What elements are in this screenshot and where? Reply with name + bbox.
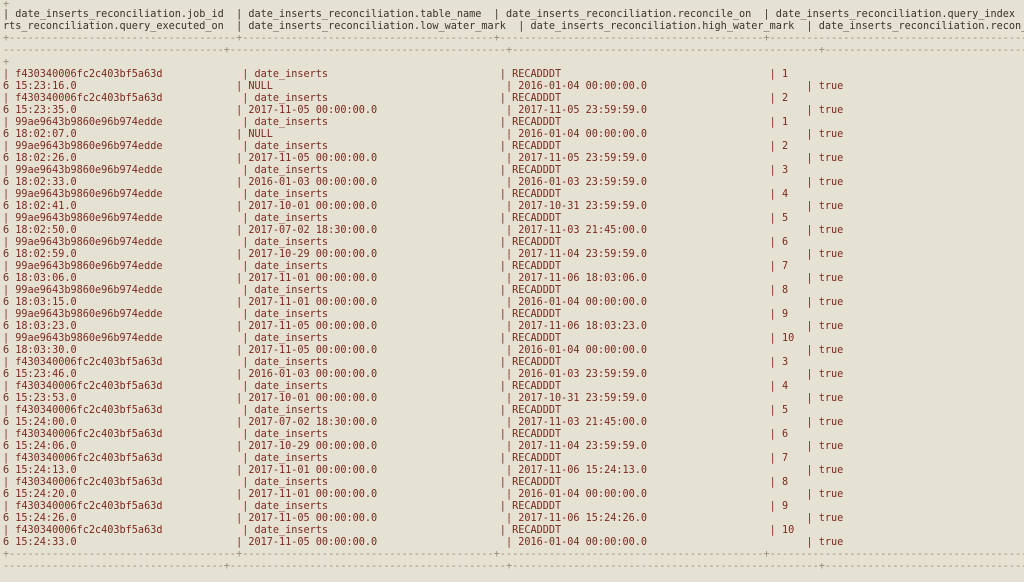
- footer-separator-2: ------------------------------------+---…: [3, 561, 1024, 572]
- header-line-1: | date_inserts_reconciliation.job_id | d…: [3, 9, 1024, 20]
- table-row: | 99ae9643b9860e96b974edde | date_insert…: [3, 333, 1024, 344]
- table-row-continuation: 6 15:24:26.0 | 2017-11-05 00:00:00.0 | 2…: [3, 513, 1024, 524]
- table-row: | 99ae9643b9860e96b974edde | date_insert…: [3, 285, 1024, 296]
- table-row: | 99ae9643b9860e96b974edde | date_insert…: [3, 309, 1024, 320]
- table-row-continuation: 6 18:02:26.0 | 2017-11-05 00:00:00.0 | 2…: [3, 153, 1024, 164]
- table-row-continuation: 6 15:23:46.0 | 2016-01-03 00:00:00.0 | 2…: [3, 369, 1024, 380]
- table-row: | 99ae9643b9860e96b974edde | date_insert…: [3, 213, 1024, 224]
- header-separator-1: +-------------------------------------+-…: [3, 33, 1024, 44]
- table-row-continuation: 6 15:23:16.0 | NULL | 2016-01-04 00:00:0…: [3, 81, 1024, 92]
- table-row: | f430340006fc2c403bf5a63d | date_insert…: [3, 405, 1024, 416]
- table-row: | f430340006fc2c403bf5a63d | date_insert…: [3, 501, 1024, 512]
- table-row-continuation: 6 18:03:30.0 | 2017-11-05 00:00:00.0 | 2…: [3, 345, 1024, 356]
- header-separator-wrap: +: [3, 57, 10, 68]
- table-row: | f430340006fc2c403bf5a63d | date_insert…: [3, 477, 1024, 488]
- footer-separator-1: +-------------------------------------+-…: [3, 549, 1024, 560]
- table-row: | f430340006fc2c403bf5a63d | date_insert…: [3, 381, 1024, 392]
- table-row: | f430340006fc2c403bf5a63d | date_insert…: [3, 93, 1024, 104]
- table-row: | f430340006fc2c403bf5a63d | date_insert…: [3, 525, 1024, 536]
- table-row-continuation: 6 15:24:13.0 | 2017-11-01 00:00:00.0 | 2…: [3, 465, 1024, 476]
- table-row: | 99ae9643b9860e96b974edde | date_insert…: [3, 261, 1024, 272]
- table-row-continuation: 6 18:03:23.0 | 2017-11-05 00:00:00.0 | 2…: [3, 321, 1024, 332]
- table-row: | 99ae9643b9860e96b974edde | date_insert…: [3, 141, 1024, 152]
- table-row: | f430340006fc2c403bf5a63d | date_insert…: [3, 453, 1024, 464]
- table-row-continuation: 6 15:24:20.0 | 2017-11-01 00:00:00.0 | 2…: [3, 489, 1024, 500]
- table-row-continuation: 6 15:24:00.0 | 2017-07-02 18:30:00.0 | 2…: [3, 417, 1024, 428]
- table-row-continuation: 6 15:24:06.0 | 2017-10-29 00:00:00.0 | 2…: [3, 441, 1024, 452]
- table-row: | f430340006fc2c403bf5a63d | date_insert…: [3, 429, 1024, 440]
- table-row: | f430340006fc2c403bf5a63d | date_insert…: [3, 357, 1024, 368]
- table-row-continuation: 6 15:24:33.0 | 2017-11-05 00:00:00.0 | 2…: [3, 537, 1024, 548]
- table-row: | 99ae9643b9860e96b974edde | date_insert…: [3, 237, 1024, 248]
- terminal-window[interactable]: + | date_inserts_reconciliation.job_id |…: [0, 0, 1024, 582]
- table-row-continuation: 6 18:02:50.0 | 2017-07-02 18:30:00.0 | 2…: [3, 225, 1024, 236]
- table-row: | 99ae9643b9860e96b974edde | date_insert…: [3, 117, 1024, 128]
- table-row-continuation: 6 18:03:15.0 | 2017-11-01 00:00:00.0 | 2…: [3, 297, 1024, 308]
- header-line-2: rts_reconciliation.query_executed_on | d…: [3, 21, 1024, 32]
- table-row-continuation: 6 18:03:06.0 | 2017-11-01 00:00:00.0 | 2…: [3, 273, 1024, 284]
- table-row: | 99ae9643b9860e96b974edde | date_insert…: [3, 165, 1024, 176]
- header-separator-2: ------------------------------------+---…: [3, 45, 1024, 56]
- table-row: | 99ae9643b9860e96b974edde | date_insert…: [3, 189, 1024, 200]
- table-row-continuation: 6 18:02:33.0 | 2016-01-03 00:00:00.0 | 2…: [3, 177, 1024, 188]
- table-row-continuation: 6 15:23:35.0 | 2017-11-05 00:00:00.0 | 2…: [3, 105, 1024, 116]
- table-row-continuation: 6 18:02:59.0 | 2017-10-29 00:00:00.0 | 2…: [3, 249, 1024, 260]
- table-row-continuation: 6 15:23:53.0 | 2017-10-01 00:00:00.0 | 2…: [3, 393, 1024, 404]
- table-row-continuation: 6 18:02:07.0 | NULL | 2016-01-04 00:00:0…: [3, 129, 1024, 140]
- table-row: | f430340006fc2c403bf5a63d | date_insert…: [3, 69, 1024, 80]
- table-row-continuation: 6 18:02:41.0 | 2017-10-01 00:00:00.0 | 2…: [3, 201, 1024, 212]
